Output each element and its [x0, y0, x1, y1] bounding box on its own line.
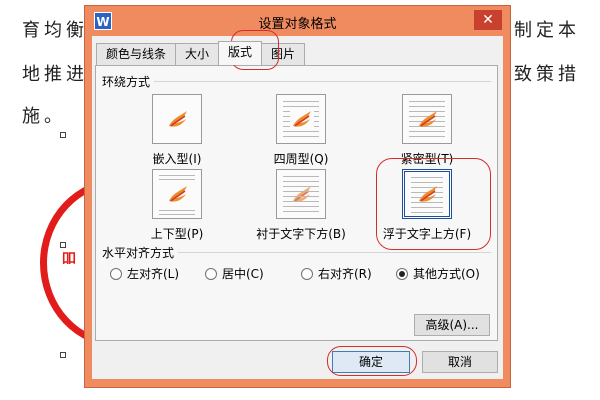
inline-wrap-icon — [152, 94, 202, 144]
in-front-wrap-icon — [402, 169, 452, 219]
image-logo-icon — [290, 108, 314, 130]
dialog-titlebar[interactable]: W 设置对象格式 ✕ — [85, 6, 510, 36]
wrap-option-label: 四周型(Q) — [273, 152, 329, 166]
tab-strip: 颜色与线条 大小 版式 图片 — [96, 41, 306, 66]
doc-text-line2-right: 致策措 — [514, 64, 580, 85]
dialog-title: 设置对象格式 — [258, 17, 337, 32]
wrap-option-label: 嵌入型(I) — [152, 152, 202, 166]
cancel-button[interactable]: 取消 — [422, 351, 498, 373]
radio-indicator — [396, 267, 408, 280]
wrap-section-divider — [102, 81, 491, 82]
wrap-option-label: 衬于文字下方(B) — [256, 227, 346, 241]
close-button[interactable]: ✕ — [474, 10, 502, 30]
doc-text-line3: 施。 — [22, 106, 66, 127]
align-other-radio[interactable]: 其他方式(O) — [396, 265, 480, 282]
layout-panel: 环绕方式 嵌入型(I) 四周型(Q) 紧密型(T) 上下型(P) 衬于文字下方(… — [95, 65, 498, 341]
wrap-option-inline[interactable]: 嵌入型(I) — [122, 94, 232, 167]
radio-indicator — [301, 267, 313, 280]
image-logo-icon — [169, 111, 187, 127]
square-wrap-icon — [276, 94, 326, 144]
image-logo-icon — [419, 111, 437, 127]
align-section-label: 水平对齐方式 — [102, 244, 179, 261]
image-logo-icon — [419, 186, 437, 202]
tab-layout[interactable]: 版式 — [218, 41, 263, 65]
align-right-radio[interactable]: 右对齐(R) — [301, 265, 372, 282]
align-left-radio[interactable]: 左对齐(L) — [110, 265, 179, 282]
doc-text-line1-right: 制定本 — [514, 20, 580, 41]
image-logo-icon — [169, 186, 187, 202]
wrap-option-label: 紧密型(T) — [400, 152, 454, 166]
dialog-body: 颜色与线条 大小 版式 图片 环绕方式 嵌入型(I) 四周型(Q) 紧密型(T)… — [92, 36, 503, 379]
wrap-option-in-front-of-text[interactable]: 浮于文字上方(F) — [372, 169, 482, 242]
wrap-option-label: 浮于文字上方(F) — [382, 227, 472, 241]
wrap-option-top-bottom[interactable]: 上下型(P) — [122, 169, 232, 242]
resize-handle-bottom[interactable] — [60, 352, 66, 358]
radio-label: 左对齐(L) — [127, 267, 180, 281]
wrap-option-behind-text[interactable]: 衬于文字下方(B) — [246, 169, 356, 242]
tab-picture[interactable]: 图片 — [261, 43, 306, 65]
format-object-dialog: W 设置对象格式 ✕ 颜色与线条 大小 版式 图片 环绕方式 嵌入型(I) 四周… — [84, 5, 511, 388]
radio-label: 居中(C) — [222, 267, 264, 281]
tab-size[interactable]: 大小 — [175, 43, 220, 65]
tab-colors-lines[interactable]: 颜色与线条 — [96, 43, 177, 65]
wrap-option-square[interactable]: 四周型(Q) — [246, 94, 356, 167]
resize-handle-top[interactable] — [60, 132, 66, 138]
radio-indicator — [205, 267, 217, 280]
seal-fragment: 吅 — [62, 251, 76, 267]
align-center-radio[interactable]: 居中(C) — [205, 265, 264, 282]
wrap-option-label: 上下型(P) — [150, 227, 204, 241]
doc-text-line1-left: 育均衡 — [22, 20, 88, 41]
radio-indicator — [110, 267, 122, 280]
top-bottom-wrap-icon — [152, 169, 202, 219]
wrap-option-tight[interactable]: 紧密型(T) — [372, 94, 482, 167]
behind-text-wrap-icon — [276, 169, 326, 219]
resize-handle-middle[interactable] — [60, 242, 66, 248]
doc-text-line2-left: 地推进 — [22, 64, 88, 85]
radio-label: 右对齐(R) — [318, 267, 372, 281]
tight-wrap-icon — [402, 94, 452, 144]
wrap-section-label: 环绕方式 — [102, 73, 155, 90]
radio-label: 其他方式(O) — [413, 267, 480, 281]
ok-button[interactable]: 确定 — [332, 351, 410, 373]
advanced-button[interactable]: 高级(A)... — [414, 314, 490, 336]
